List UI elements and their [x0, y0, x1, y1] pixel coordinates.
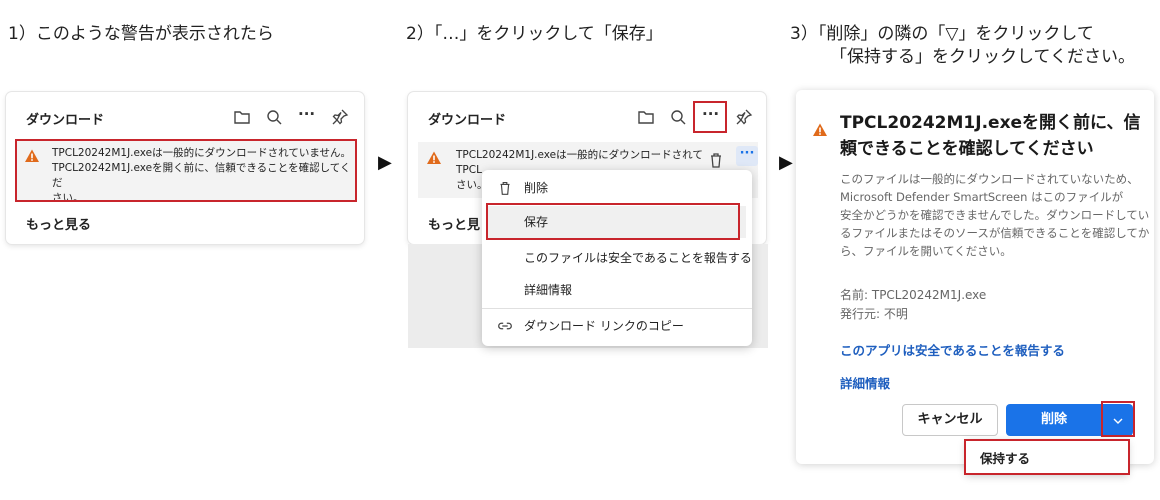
search-icon[interactable] [264, 107, 284, 127]
item-more-button[interactable]: ··· [736, 146, 758, 166]
download-context-menu: 削除 保存 このファイルは安全であることを報告する 詳細情報 ダウンロード リン… [482, 170, 752, 346]
menu-item-label: 削除 [524, 181, 549, 195]
see-more-link[interactable]: もっと見る [26, 214, 91, 233]
highlight-keep-option [964, 439, 1130, 475]
trash-icon [496, 179, 514, 197]
menu-item-copy-link[interactable]: ダウンロード リンクのコピー [482, 310, 752, 342]
pin-icon[interactable] [734, 107, 754, 127]
downloads-panel-title: ダウンロード [26, 113, 105, 128]
folder-icon[interactable] [636, 107, 656, 127]
step3-title-line2: 「保持する」をクリックしてください。 [830, 47, 1135, 67]
warning-line-1: TPCL20242M1J.exeは一般的にダウンロードされて [456, 149, 703, 161]
menu-item-report-safe[interactable]: このファイルは安全であることを報告する [482, 242, 752, 274]
pin-icon[interactable] [330, 107, 350, 127]
highlight-dropdown-button [1101, 401, 1135, 437]
highlight-more-button [693, 101, 727, 133]
step3-title-line1: 3）「削除」の隣の「▽」をクリックして [790, 24, 1094, 44]
delete-button[interactable]: 削除 [1006, 404, 1102, 436]
step1-title: 1）このような警告が表示されたら [8, 24, 274, 44]
menu-item-label: ダウンロード リンクのコピー [524, 319, 684, 333]
cancel-button[interactable]: キャンセル [902, 404, 998, 436]
report-safe-link[interactable]: このアプリは安全であることを報告する [840, 340, 1065, 359]
menu-item-delete[interactable]: 削除 [482, 172, 752, 204]
publisher-line: 発行元: 不明 [840, 307, 908, 321]
downloads-panel-title: ダウンロード [428, 113, 507, 128]
smartscreen-dialog: TPCL20242M1J.exeを開く前に、信 頼できることを確認してください … [796, 90, 1154, 464]
menu-divider [482, 308, 752, 309]
menu-item-label: 詳細情報 [524, 283, 573, 297]
highlight-save-item [486, 203, 740, 240]
folder-icon[interactable] [232, 107, 252, 127]
arrow-step1-to-step2: ▶ [378, 152, 392, 173]
dialog-title: TPCL20242M1J.exeを開く前に、信 頼できることを確認してください [840, 113, 1141, 159]
warning-icon [426, 150, 442, 166]
arrow-step2-to-step3: ▶ [779, 152, 793, 173]
dialog-file-info: 名前: TPCL20242M1J.exe 発行元: 不明 [840, 286, 986, 324]
more-options-button[interactable]: ··· [298, 105, 315, 123]
step2-title: 2）「…」をクリックして「保存」 [406, 24, 663, 44]
link-icon [496, 317, 514, 335]
warning-icon [812, 122, 828, 138]
menu-item-details[interactable]: 詳細情報 [482, 274, 752, 306]
details-link[interactable]: 詳細情報 [840, 373, 890, 392]
file-name-line: 名前: TPCL20242M1J.exe [840, 288, 987, 302]
trash-icon[interactable] [706, 150, 726, 170]
dialog-body: このファイルは一般的にダウンロードされていないため、 Microsoft Def… [840, 172, 1150, 258]
highlight-warning-box [15, 139, 357, 202]
downloads-panel-1: ダウンロード ··· TPCL20242M1J.exeは一般的にダウンロードされ… [6, 92, 364, 244]
see-more-link[interactable]: もっと見 [428, 214, 480, 233]
search-icon[interactable] [668, 107, 688, 127]
menu-item-label: このファイルは安全であることを報告する [524, 251, 752, 265]
